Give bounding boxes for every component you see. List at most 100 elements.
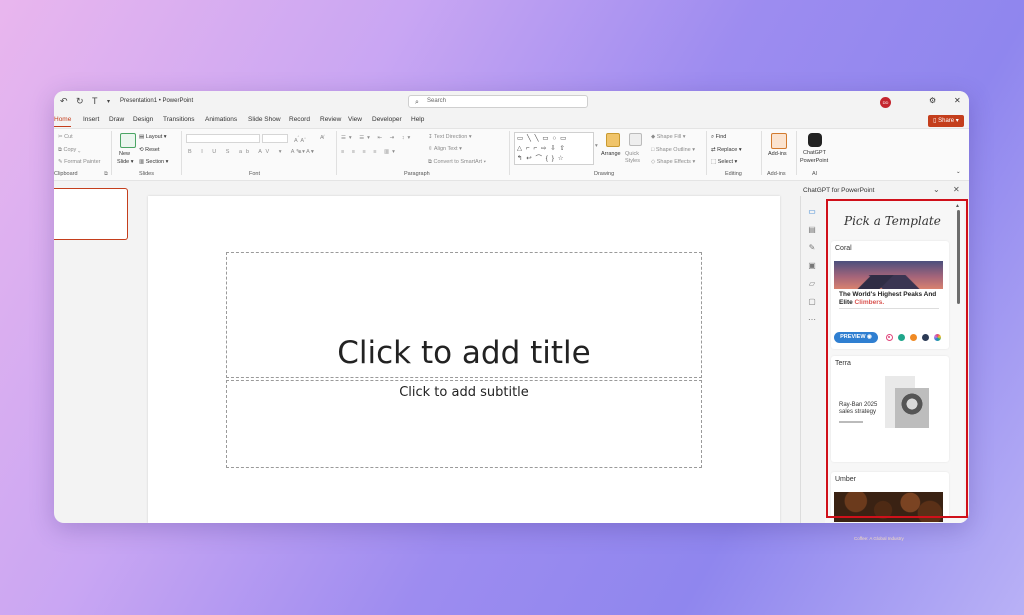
share-button[interactable]: ▯ Share ▾ — [928, 115, 964, 127]
shape-outline-button[interactable]: □ Shape Outline ▾ — [651, 147, 695, 153]
qat-dropdown-icon[interactable]: ▾ — [107, 98, 110, 105]
shape-fill-button[interactable]: ◆ Shape Fill ▾ — [651, 134, 686, 140]
new-slide-icon[interactable] — [120, 133, 136, 148]
clipboard-launcher-icon[interactable]: ⧉ — [104, 171, 108, 178]
list-buttons[interactable]: ☰▾ ☰▾ ⇤ ⇥ ↕▾ — [341, 135, 413, 141]
font-size-select[interactable] — [262, 134, 288, 143]
add-ins-icon[interactable] — [771, 133, 787, 149]
close-pane-icon[interactable]: ✕ — [953, 185, 960, 194]
document-title: Presentation1 • PowerPoint — [120, 98, 194, 104]
arrange-icon[interactable] — [606, 133, 620, 147]
template-card-coral[interactable]: Coral The World's Highest Peaks And Elit… — [831, 241, 949, 349]
title-placeholder[interactable]: Click to add title — [226, 252, 702, 378]
tab-animations[interactable]: Animations — [205, 116, 237, 123]
layout-button[interactable]: ▤ Layout ▾ — [139, 134, 167, 140]
pane-options-icon[interactable]: ⌄ — [933, 185, 940, 194]
chatgpt-label[interactable]: ChatGPT — [803, 150, 826, 156]
cut-button[interactable]: ✂ Cut — [58, 134, 73, 140]
pane-sidebar: ▭ ▤ ✎ ▣ ▱ ▢ ⋯ — [805, 207, 819, 333]
subtitle-placeholder[interactable]: Click to add subtitle — [226, 380, 702, 468]
custom-color-swatch[interactable] — [934, 334, 941, 341]
tab-design[interactable]: Design — [133, 116, 153, 123]
ribbon: ✂ Cut ⧉ Copy ⌄ ✎ Format Painter Clipboar… — [54, 128, 969, 181]
paragraph-group-label: Paragraph — [404, 171, 430, 177]
color-swatch[interactable] — [922, 334, 929, 341]
text-icon[interactable]: T — [92, 96, 98, 106]
format-painter-button[interactable]: ✎ Format Painter — [58, 159, 101, 165]
avatar[interactable]: DD — [880, 97, 891, 108]
copy-button[interactable]: ⧉ Copy ⌄ — [58, 147, 80, 154]
select-button[interactable]: ⬚ Select ▾ — [711, 159, 737, 165]
separator — [509, 131, 510, 175]
color-swatch[interactable] — [898, 334, 905, 341]
font-group-label: Font — [249, 171, 261, 177]
pen-icon[interactable]: ✎ — [805, 243, 819, 261]
ribbon-tabs: Home Insert Draw Design Transitions Anim… — [54, 113, 969, 128]
pick-template-heading: Pick a Template — [844, 214, 941, 228]
quick-styles-label[interactable]: Quick Styles — [625, 151, 647, 165]
scrollbar[interactable] — [957, 210, 960, 304]
new-slide-label[interactable]: New — [119, 151, 130, 157]
tab-transitions[interactable]: Transitions — [163, 116, 195, 123]
clear-format-icon[interactable]: A̸ — [320, 135, 324, 141]
template-card-terra[interactable]: Terra Ray-Ban 2025 sales strategy — [831, 356, 949, 462]
drawing-group-label: Drawing — [594, 171, 615, 177]
add-ins-label[interactable]: Add-ins — [768, 151, 787, 157]
chatgpt-icon[interactable] — [808, 133, 822, 147]
tab-insert[interactable]: Insert — [83, 116, 99, 123]
font-name-select[interactable] — [186, 134, 260, 143]
separator — [336, 131, 337, 175]
separator — [181, 131, 182, 175]
tab-developer[interactable]: Developer — [372, 116, 402, 123]
tab-review[interactable]: Review — [320, 116, 341, 123]
tab-draw[interactable]: Draw — [109, 116, 124, 123]
presentation-icon[interactable]: ▭ — [805, 207, 819, 225]
replace-button[interactable]: ⇄ Replace ▾ — [711, 147, 742, 153]
template-name: Terra — [835, 360, 851, 367]
find-button[interactable]: ⌕ Find — [711, 134, 726, 141]
template-card-umber[interactable]: Umber Coffee: A Global Industry — [831, 472, 949, 541]
section-button[interactable]: ▥ Section ▾ — [139, 159, 168, 165]
settings-icon[interactable]: ⚙ — [929, 96, 936, 105]
title-bar: ↶ ↻ T ▾ Presentation1 • PowerPoint ⌕ Sea… — [54, 91, 969, 113]
convert-smartart-button[interactable]: ⧉ Convert to SmartArt ▾ — [428, 159, 486, 166]
tab-help[interactable]: Help — [411, 116, 424, 123]
template-meta-line — [839, 421, 863, 423]
note-icon[interactable]: ▱ — [805, 279, 819, 297]
tab-slide-show[interactable]: Slide Show — [248, 116, 281, 123]
shape-effects-button[interactable]: ◇ Shape Effects ▾ — [651, 159, 695, 165]
redo-icon[interactable]: ↻ — [76, 96, 84, 107]
text-direction-button[interactable]: ↧ Text Direction ▾ — [428, 134, 472, 140]
arrange-label[interactable]: Arrange — [601, 151, 621, 157]
quick-styles-icon[interactable] — [629, 133, 642, 146]
shapes-gallery[interactable]: ▭ ╲ ╲ ▭ ○ ▭ △ ⌐ ⌐ ⇨ ⇩ ⇧ ↰ ↩ ⌒ { } ☆ — [514, 132, 594, 165]
more-icon[interactable]: ⋯ — [805, 315, 819, 333]
preview-button[interactable]: PREVIEW ◉ — [834, 332, 878, 343]
undo-icon[interactable]: ↶ — [60, 96, 68, 107]
search-input[interactable]: ⌕ Search — [408, 95, 588, 108]
image-icon[interactable]: ▣ — [805, 261, 819, 279]
color-swatch[interactable] — [910, 334, 917, 341]
shapes-more-icon[interactable]: ▾ — [595, 143, 598, 149]
document-icon[interactable]: ▤ — [805, 225, 819, 243]
template-thumbnail-mountains — [834, 261, 943, 289]
chatgpt-label-2[interactable]: PowerPoint — [800, 158, 828, 164]
briefcase-icon[interactable]: ▢ — [805, 297, 819, 315]
highlight-color-icon[interactable]: ✎ ▾ A ▾ — [296, 149, 314, 155]
color-swatch[interactable] — [886, 334, 893, 341]
new-slide-label-2[interactable]: Slide ▾ — [117, 159, 134, 165]
tab-record[interactable]: Record — [289, 116, 310, 123]
collapse-ribbon-icon[interactable]: ⌄ — [956, 169, 961, 175]
template-name: Coral — [835, 245, 852, 252]
close-window-icon[interactable]: ✕ — [954, 96, 961, 105]
scroll-up-icon[interactable]: ▲ — [955, 203, 960, 209]
grow-font-icon[interactable]: Aˆ Aˇ — [294, 135, 306, 144]
template-headline: Ray-Ban 2025 sales strategy — [839, 402, 878, 415]
align-text-button[interactable]: ⇳ Align Text ▾ — [428, 146, 462, 152]
search-placeholder: Search — [427, 98, 447, 104]
align-buttons[interactable]: ≡ ≡ ≡ ≡ ▥▾ — [341, 149, 398, 155]
tab-view[interactable]: View — [348, 116, 362, 123]
slide-thumbnail[interactable] — [54, 188, 128, 240]
tab-home[interactable]: Home — [54, 116, 72, 127]
reset-button[interactable]: ⟲ Reset — [139, 147, 160, 153]
